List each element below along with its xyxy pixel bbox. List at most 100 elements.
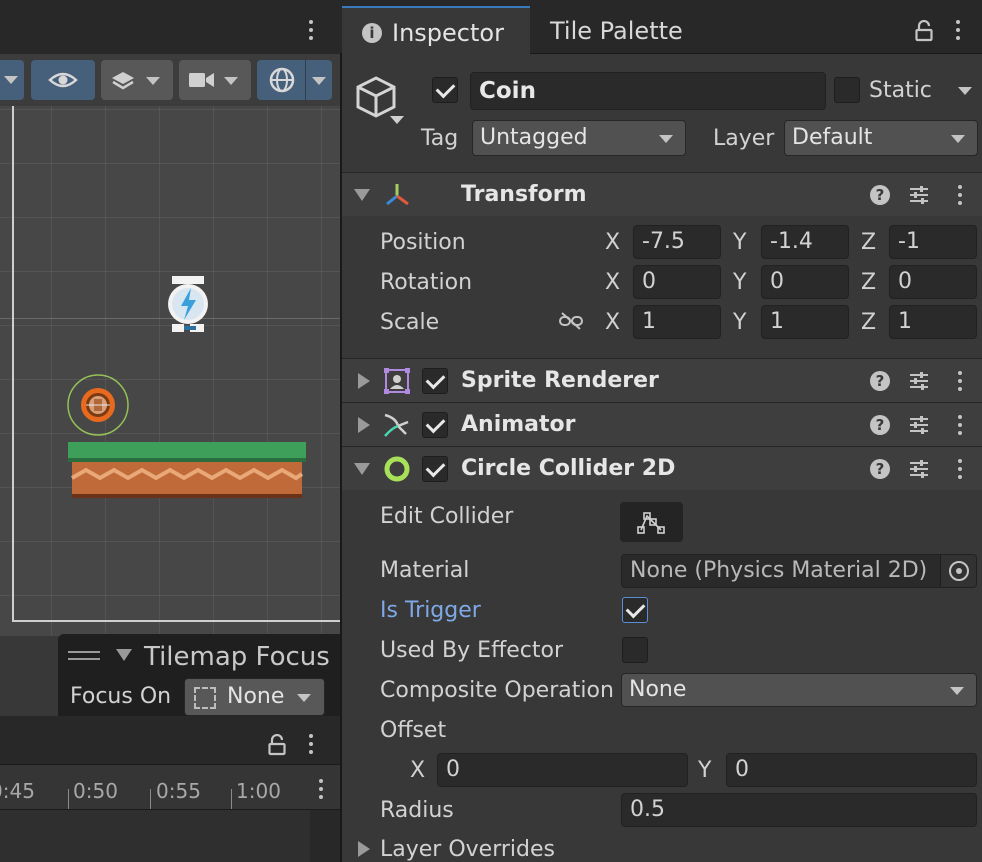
lock-icon[interactable] [268, 734, 286, 756]
scene-toolbar [0, 54, 340, 106]
layer-label: Layer [713, 126, 775, 151]
presets-icon[interactable] [908, 458, 930, 480]
circle-collider-title: Circle Collider 2D [461, 456, 676, 481]
gizmos-dropdown-button[interactable] [305, 60, 332, 100]
used-by-effector-checkbox[interactable] [622, 637, 648, 663]
animation-timeline: 0:45 0:50 0:55 1:00 [0, 716, 340, 862]
unlock-icon[interactable] [915, 20, 933, 42]
sprite-renderer-header[interactable]: Sprite Renderer ? [342, 358, 982, 402]
scale-label: Scale [380, 310, 440, 335]
static-dropdown-icon[interactable] [958, 87, 972, 95]
rotation-x-field[interactable]: 0 [633, 265, 721, 299]
help-icon[interactable]: ? [870, 459, 890, 479]
animator-title: Animator [461, 412, 576, 437]
drag-handle-icon[interactable] [68, 649, 100, 663]
eye-icon [48, 72, 78, 88]
scale-x-field[interactable]: 1 [633, 305, 721, 339]
component-kebab-icon[interactable] [958, 371, 962, 391]
sprite-renderer-icon [384, 368, 410, 394]
help-icon[interactable]: ? [870, 415, 890, 435]
scene-dropdown-button[interactable] [0, 60, 24, 100]
tilemap-focus-title: Tilemap Focus [144, 642, 330, 672]
chevron-down-icon [951, 135, 965, 143]
animator-enabled-checkbox[interactable] [422, 412, 448, 438]
tab-inspector[interactable]: i Inspector [342, 6, 530, 55]
is-trigger-checkbox[interactable] [622, 597, 648, 623]
position-x-field[interactable]: -7.5 [633, 225, 721, 259]
rotation-z-field[interactable]: 0 [889, 265, 977, 299]
info-icon: i [362, 23, 382, 43]
edit-collider-button[interactable] [620, 502, 683, 542]
component-kebab-icon[interactable] [958, 185, 962, 205]
ruler-kebab-icon[interactable] [319, 779, 323, 799]
gizmos-button[interactable] [257, 60, 305, 100]
chevron-down-icon [297, 694, 311, 702]
offset-y-field[interactable]: 0 [726, 753, 977, 787]
timeline-track[interactable] [0, 810, 310, 862]
tag-dropdown[interactable]: Untagged [472, 120, 686, 156]
focus-on-label: Focus On [70, 684, 172, 709]
gizmo-globe-icon [269, 67, 295, 93]
circle-collider-header[interactable]: Circle Collider 2D ? [342, 446, 982, 490]
offset-label: Offset [380, 718, 447, 743]
scale-z-field[interactable]: 1 [889, 305, 977, 339]
composite-operation-label: Composite Operation [380, 678, 614, 703]
chevron-down-icon [312, 77, 326, 85]
component-kebab-icon[interactable] [958, 459, 962, 479]
circle-collider-icon [384, 456, 410, 482]
selection-rect-icon [194, 687, 216, 709]
circle-collider-enabled-checkbox[interactable] [422, 456, 448, 482]
object-picker-icon[interactable] [940, 555, 976, 587]
collapse-arrow-icon[interactable] [116, 649, 132, 661]
radius-label: Radius [380, 798, 454, 823]
presets-icon[interactable] [908, 414, 930, 436]
gameobject-active-checkbox[interactable] [432, 77, 458, 103]
is-trigger-label: Is Trigger [380, 598, 481, 623]
timeline-kebab-icon[interactable] [309, 734, 313, 754]
radius-field[interactable]: 0.5 [621, 793, 977, 827]
constrain-proportions-link-icon[interactable] [558, 311, 584, 331]
help-icon[interactable]: ? [870, 185, 890, 205]
sprite-renderer-enabled-checkbox[interactable] [422, 368, 448, 394]
composite-operation-dropdown[interactable]: None [621, 673, 977, 707]
animator-header[interactable]: Animator ? [342, 402, 982, 446]
position-y-field[interactable]: -1.4 [761, 225, 849, 259]
transform-header[interactable]: Transform ? [342, 172, 982, 216]
visibility-toggle-button[interactable] [31, 60, 95, 100]
static-checkbox[interactable] [834, 77, 860, 103]
material-object-field[interactable]: None (Physics Material 2D) [621, 554, 977, 588]
gameobject-cube-icon[interactable] [354, 74, 406, 130]
layer-dropdown[interactable]: Default [784, 120, 978, 156]
presets-icon[interactable] [908, 370, 930, 392]
transform-axes-icon [386, 184, 409, 206]
scale-y-field[interactable]: 1 [761, 305, 849, 339]
focus-on-dropdown[interactable]: None [184, 678, 325, 716]
layer-overrides-foldout-icon[interactable] [358, 841, 370, 857]
layer-overrides-label[interactable]: Layer Overrides [380, 839, 555, 861]
scene-tab-strip [0, 0, 340, 54]
edit-shape-icon [637, 512, 665, 534]
transform-title: Transform [461, 182, 587, 207]
rotation-y-field[interactable]: 0 [761, 265, 849, 299]
used-by-effector-label: Used By Effector [380, 638, 563, 663]
presets-icon[interactable] [908, 184, 930, 206]
gameobject-name-field[interactable]: Coin [470, 72, 826, 110]
position-z-field[interactable]: -1 [889, 225, 977, 259]
video-camera-icon [189, 73, 214, 87]
ground-platform[interactable] [68, 442, 306, 500]
scene-view[interactable]: Tilemap Focus Focus On None 0:45 0:50 0:… [0, 0, 340, 862]
coin-sprite-selected[interactable] [66, 373, 130, 437]
tilemap-focus-overlay: Tilemap Focus Focus On None [58, 634, 340, 718]
offset-x-field[interactable]: 0 [437, 753, 688, 787]
player-sprite[interactable] [164, 274, 212, 338]
rotation-label: Rotation [380, 270, 473, 295]
layers-dropdown-button[interactable] [101, 60, 173, 100]
help-icon[interactable]: ? [870, 371, 890, 391]
inspector-kebab-icon[interactable] [956, 20, 960, 40]
component-kebab-icon[interactable] [958, 415, 962, 435]
tag-label: Tag [421, 126, 459, 151]
tab-tile-palette[interactable]: Tile Palette [550, 19, 683, 43]
timeline-tick: 0:55 [156, 779, 201, 803]
material-label: Material [380, 558, 470, 583]
camera-dropdown-button[interactable] [179, 60, 251, 100]
